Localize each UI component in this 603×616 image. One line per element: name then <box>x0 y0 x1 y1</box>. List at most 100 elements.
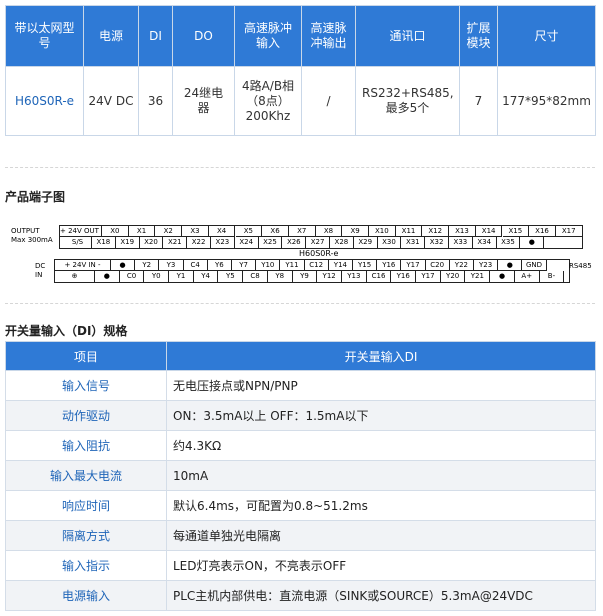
terminal-cell: Y9 <box>293 271 318 282</box>
terminal-cell: + 24V IN - <box>55 260 111 271</box>
terminal-cell: X35 <box>497 237 521 248</box>
terminal-cell: X8 <box>315 226 343 237</box>
terminal-cell: Y2 <box>135 260 160 271</box>
di-item-label: 输入阻抗 <box>5 430 167 461</box>
terminal-diagram: OUTPUT Max 300mA + 24V OUT - X0 X1 X2 X3 X4 X5… <box>9 222 595 283</box>
terminal-cell: Y17 <box>416 271 441 282</box>
table-row: 输入阻抗 约4.3KΩ <box>5 430 596 461</box>
terminal-cell: X28 <box>330 237 354 248</box>
spec-header-hs-input: 高速脉冲输入 <box>234 5 302 67</box>
divider <box>5 303 595 304</box>
terminal-cell: X24 <box>235 237 259 248</box>
terminal-cell: X21 <box>163 237 188 248</box>
spec-header-expansion: 扩展模块 <box>459 5 498 67</box>
terminal-cell: GND <box>522 260 547 271</box>
di-item-value: ON：3.5mA以上 OFF：1.5mA以下 <box>166 400 596 431</box>
terminal-cell: X16 <box>529 226 556 237</box>
di-header-row: 项目 开关量输入DI <box>5 341 596 371</box>
terminal-cell: Y7 <box>232 260 257 271</box>
di-item-label: 输入指示 <box>5 550 167 581</box>
di-spec-table: 项目 开关量输入DI 输入信号 无电压接点或NPN/PNP 动作驱动 ON：3.5mA… <box>5 341 596 611</box>
terminal-cell: Y0 <box>144 271 170 282</box>
di-item-label: 动作驱动 <box>5 400 167 431</box>
terminal-cell: Y12 <box>317 271 342 282</box>
terminal-cell: X0 <box>102 226 129 237</box>
terminal-cell: Y16 <box>377 260 402 271</box>
terminal-cell: ● <box>490 271 515 282</box>
table-row: 输入最大电流 10mA <box>5 460 596 491</box>
terminal-cell: X5 <box>235 226 263 237</box>
spec-header-power: 电源 <box>83 5 139 67</box>
terminal-cell: X26 <box>282 237 307 248</box>
bottom-terminal-block: + 24V IN - ● Y2 Y3 C4 Y6 Y7 Y10 Y11 C12 Y14 Y15 Y16 Y… <box>54 259 570 283</box>
terminal-cell: Y8 <box>268 271 293 282</box>
terminal-cell: ⊕ <box>55 271 95 282</box>
terminal-cell: C12 <box>304 260 329 271</box>
di-section-title: 开关量输入（DI）规格 <box>5 324 128 338</box>
terminal-cell: X33 <box>449 237 473 248</box>
spec-hs-input-value: 4路A/B相（8点）200Khz <box>234 66 302 136</box>
spec-expansion-value: 7 <box>459 66 498 136</box>
di-item-value: 10mA <box>166 460 596 491</box>
spec-header-size: 尺寸 <box>497 5 596 67</box>
terminal-cell: X14 <box>475 226 503 237</box>
terminal-cell: X29 <box>354 237 378 248</box>
max-current-label: Max 300mA <box>11 236 53 244</box>
terminal-cell: Y13 <box>342 271 367 282</box>
spec-header-do: DO <box>172 5 235 67</box>
terminal-cell: Y5 <box>219 271 244 282</box>
model-label: H60S0R-e <box>299 249 339 258</box>
spec-header-hs-output: 高速脉冲输出 <box>301 5 356 67</box>
terminal-cell: X30 <box>378 237 402 248</box>
terminal-cell: C0 <box>120 271 145 282</box>
terminal-cell: X11 <box>395 226 423 237</box>
terminal-cell: X13 <box>449 226 476 237</box>
spec-hs-output-value: / <box>301 66 356 136</box>
terminal-cell: X25 <box>259 237 283 248</box>
di-item-value: 无电压接点或NPN/PNP <box>166 370 596 401</box>
terminal-cell: C8 <box>243 271 268 282</box>
terminal-cell: X4 <box>208 226 236 237</box>
di-header-item: 项目 <box>5 341 167 371</box>
output-label: OUTPUT <box>11 227 40 235</box>
terminal-cell: X31 <box>401 237 426 248</box>
di-item-value: 默认6.4ms，可配置为0.8~51.2ms <box>166 490 596 521</box>
terminal-cell: X10 <box>369 226 396 237</box>
divider <box>5 167 595 168</box>
terminal-cell: C20 <box>425 260 450 271</box>
terminal-cell: A+ <box>515 271 540 282</box>
spec-model-link[interactable]: H60S0R-e <box>5 66 84 136</box>
terminal-cell: ● <box>520 237 545 248</box>
spec-header-di: DI <box>138 5 173 67</box>
terminal-cell: X6 <box>262 226 289 237</box>
spec-power-value: 24V DC <box>83 66 139 136</box>
di-item-label: 输入最大电流 <box>5 460 167 491</box>
terminal-cell: C4 <box>183 260 208 271</box>
terminal-cell: X9 <box>342 226 369 237</box>
table-row: 输入信号 无电压接点或NPN/PNP <box>5 370 596 401</box>
spec-di-value: 36 <box>138 66 173 136</box>
terminal-cell: X3 <box>182 226 209 237</box>
terminal-cell: + 24V OUT - <box>60 226 102 237</box>
spec-header-row: 带以太网型号 电源 DI DO 高速脉冲输入 高速脉冲输出 通讯口 扩展模块 尺… <box>5 5 596 67</box>
terminal-cell: X34 <box>473 237 497 248</box>
terminal-cell: X19 <box>116 237 140 248</box>
terminal-cell: Y11 <box>280 260 305 271</box>
terminal-cell: X27 <box>306 237 330 248</box>
terminal-cell: X20 <box>140 237 164 248</box>
di-item-label: 响应时间 <box>5 490 167 521</box>
spec-size-value: 177*95*82mm <box>497 66 596 136</box>
di-item-label: 隔离方式 <box>5 520 167 551</box>
terminal-cell: ● <box>498 260 523 271</box>
terminal-section-title: 产品端子图 <box>5 190 66 204</box>
terminal-cell: C16 <box>367 271 392 282</box>
terminal-cell: X1 <box>128 226 156 237</box>
spec-do-value: 24继电器 <box>172 66 235 136</box>
di-item-label: 电源输入 <box>5 580 167 611</box>
spec-header-model: 带以太网型号 <box>5 5 84 67</box>
terminal-cell: X15 <box>502 226 530 237</box>
terminal-cell: X23 <box>211 237 235 248</box>
di-item-value: 每通道单独光电隔离 <box>166 520 596 551</box>
terminal-cell: X17 <box>555 226 583 237</box>
terminal-cell: Y15 <box>353 260 378 271</box>
